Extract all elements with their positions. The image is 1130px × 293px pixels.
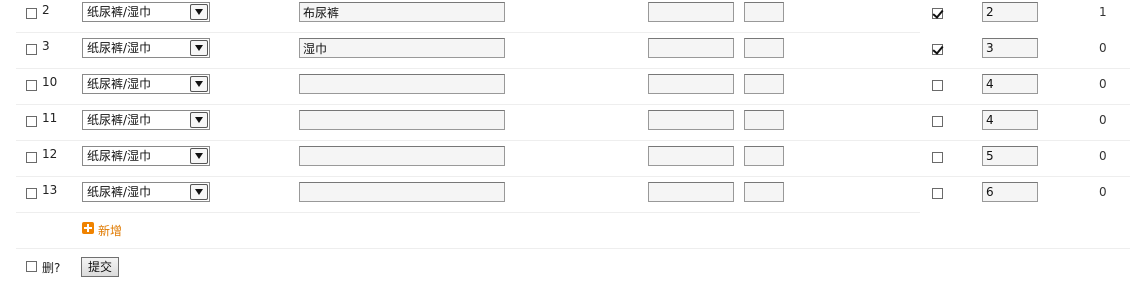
row-select-checkbox[interactable]	[26, 116, 37, 127]
name-input[interactable]	[299, 74, 505, 94]
row-id: 3	[42, 39, 50, 53]
count-value: 0	[1099, 113, 1107, 127]
category-select[interactable]: 纸尿裤/湿巾	[82, 74, 210, 94]
chevron-down-icon	[190, 184, 208, 200]
table-row: 2 纸尿裤/湿巾 1	[0, 0, 1130, 33]
order-input[interactable]	[982, 146, 1038, 166]
count-value: 0	[1099, 77, 1107, 91]
name-input[interactable]	[299, 110, 505, 130]
table-row: 12 纸尿裤/湿巾 0	[0, 141, 1130, 177]
category-select[interactable]: 纸尿裤/湿巾	[82, 2, 210, 22]
field-b-input[interactable]	[744, 182, 784, 202]
chevron-down-icon	[190, 112, 208, 128]
chevron-down-icon	[190, 40, 208, 56]
category-select-value: 纸尿裤/湿巾	[87, 41, 152, 55]
field-a-input[interactable]	[648, 74, 734, 94]
field-a-input[interactable]	[648, 146, 734, 166]
plus-icon	[82, 222, 94, 234]
category-select-value: 纸尿裤/湿巾	[87, 113, 152, 127]
enabled-checkbox[interactable]	[932, 188, 943, 199]
category-select[interactable]: 纸尿裤/湿巾	[82, 146, 210, 166]
field-a-input[interactable]	[648, 182, 734, 202]
count-value: 0	[1099, 41, 1107, 55]
order-input[interactable]	[982, 38, 1038, 58]
delete-checkbox[interactable]	[26, 261, 37, 272]
chevron-down-icon	[190, 76, 208, 92]
count-value: 0	[1099, 185, 1107, 199]
row-select-checkbox[interactable]	[26, 44, 37, 55]
category-select[interactable]: 纸尿裤/湿巾	[82, 110, 210, 130]
enabled-checkbox[interactable]	[932, 152, 943, 163]
name-input[interactable]	[299, 146, 505, 166]
category-select-value: 纸尿裤/湿巾	[87, 149, 152, 163]
row-select-checkbox[interactable]	[26, 152, 37, 163]
row-id: 13	[42, 183, 58, 197]
row-select-checkbox[interactable]	[26, 188, 37, 199]
category-select[interactable]: 纸尿裤/湿巾	[82, 38, 210, 58]
order-input[interactable]	[982, 182, 1038, 202]
table-row: 13 纸尿裤/湿巾 0	[0, 177, 1130, 213]
field-a-input[interactable]	[648, 110, 734, 130]
field-b-input[interactable]	[744, 110, 784, 130]
table-row: 11 纸尿裤/湿巾 0	[0, 105, 1130, 141]
chevron-down-icon	[190, 4, 208, 20]
name-input[interactable]	[299, 182, 505, 202]
row-select-checkbox[interactable]	[26, 80, 37, 91]
order-input[interactable]	[982, 2, 1038, 22]
name-input[interactable]	[299, 38, 505, 58]
order-input[interactable]	[982, 110, 1038, 130]
submit-button[interactable]: 提交	[81, 257, 120, 277]
name-input[interactable]	[299, 2, 505, 22]
row-id: 11	[42, 111, 58, 125]
count-value: 0	[1099, 149, 1107, 163]
table-row: 10 纸尿裤/湿巾 0	[0, 69, 1130, 105]
row-divider	[16, 212, 920, 213]
enabled-checkbox[interactable]	[932, 80, 943, 91]
field-a-input[interactable]	[648, 38, 734, 58]
field-b-input[interactable]	[744, 74, 784, 94]
enabled-checkbox[interactable]	[932, 116, 943, 127]
delete-label: 删?	[42, 261, 61, 275]
row-id: 12	[42, 147, 58, 161]
category-select-value: 纸尿裤/湿巾	[87, 5, 152, 19]
field-a-input[interactable]	[648, 2, 734, 22]
field-b-input[interactable]	[744, 2, 784, 22]
add-row-label: 新增	[98, 224, 123, 238]
category-select-value: 纸尿裤/湿巾	[87, 185, 152, 199]
field-b-input[interactable]	[744, 38, 784, 58]
row-id: 10	[42, 75, 58, 89]
enabled-checkbox[interactable]	[932, 8, 943, 19]
table-row: 3 纸尿裤/湿巾 0	[0, 33, 1130, 69]
footer-divider	[16, 248, 1130, 249]
row-select-checkbox[interactable]	[26, 8, 37, 19]
chevron-down-icon	[190, 148, 208, 164]
category-select[interactable]: 纸尿裤/湿巾	[82, 182, 210, 202]
field-b-input[interactable]	[744, 146, 784, 166]
category-select-value: 纸尿裤/湿巾	[87, 77, 152, 91]
count-value: 1	[1099, 5, 1107, 19]
enabled-checkbox[interactable]	[932, 44, 943, 55]
row-id: 2	[42, 3, 50, 17]
order-input[interactable]	[982, 74, 1038, 94]
